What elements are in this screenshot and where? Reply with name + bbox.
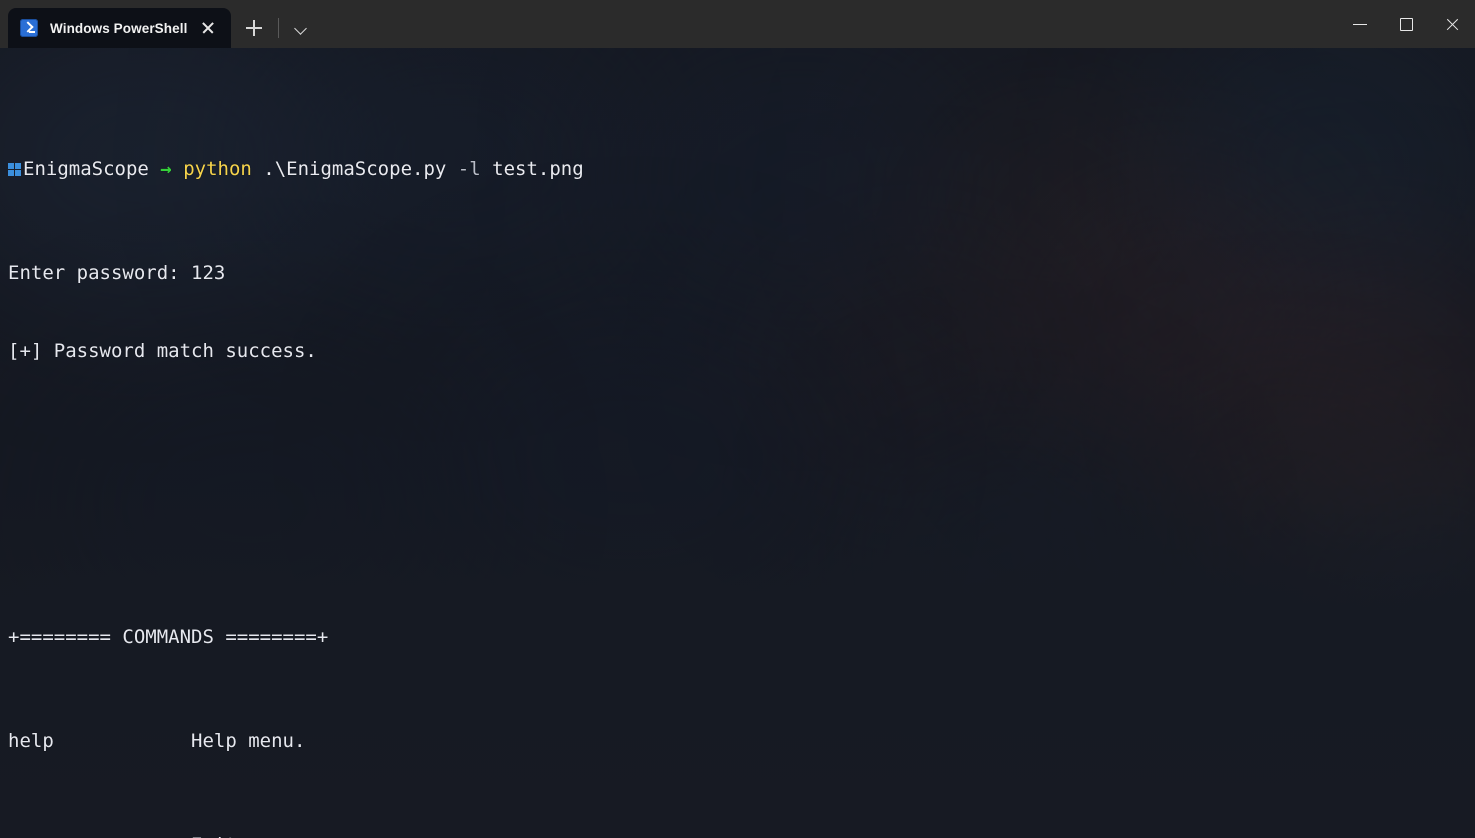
command-name: python bbox=[183, 158, 252, 180]
maximize-icon[interactable] bbox=[1383, 0, 1429, 48]
window-controls bbox=[1337, 0, 1475, 48]
command-script: .\EnigmaScope.py bbox=[263, 158, 447, 180]
new-tab-icon[interactable] bbox=[237, 13, 271, 43]
command-help-name: help bbox=[8, 730, 54, 752]
terminal-screen[interactable]: EnigmaScope → python .\EnigmaScope.py -l… bbox=[0, 48, 1475, 838]
title-bar: Windows PowerShell bbox=[0, 0, 1475, 48]
command-help-desc: Help menu. bbox=[191, 730, 306, 752]
pad bbox=[54, 730, 191, 752]
tab-title: Windows PowerShell bbox=[50, 20, 188, 36]
terminal-window: Windows PowerShell EnigmaScope → python … bbox=[0, 0, 1475, 838]
powershell-icon bbox=[20, 19, 38, 37]
prompt-directory: EnigmaScope bbox=[23, 158, 149, 180]
tool-divider bbox=[278, 18, 280, 38]
terminal-surface[interactable]: EnigmaScope → python .\EnigmaScope.py -l… bbox=[0, 48, 1475, 838]
command-argument: test.png bbox=[492, 158, 584, 180]
command-q-name: q bbox=[8, 834, 19, 838]
password-result-line: [+] Password match success. bbox=[8, 340, 317, 362]
close-window-icon[interactable] bbox=[1429, 0, 1475, 48]
command-flag: -l bbox=[457, 158, 481, 180]
pad bbox=[19, 834, 191, 838]
windows-logo-icon bbox=[8, 163, 21, 176]
command-q-line: q Exit. bbox=[8, 832, 1475, 838]
command-q-desc: Exit. bbox=[191, 834, 248, 838]
tab-windows-powershell[interactable]: Windows PowerShell bbox=[8, 8, 232, 48]
command-help-line: help Help menu. bbox=[8, 728, 1475, 754]
terminal-line-prompt: EnigmaScope → python .\EnigmaScope.py -l… bbox=[8, 156, 1475, 182]
minimize-icon[interactable] bbox=[1337, 0, 1383, 48]
prompt-arrow-icon: → bbox=[160, 158, 172, 180]
tab-tools bbox=[231, 8, 316, 48]
commands-header: +======== COMMANDS ========+ bbox=[8, 626, 329, 648]
close-tab-icon[interactable] bbox=[193, 13, 223, 43]
titlebar-drag-region[interactable] bbox=[316, 0, 1337, 48]
chevron-down-icon[interactable] bbox=[286, 13, 316, 43]
tab-strip: Windows PowerShell bbox=[0, 0, 232, 48]
password-prompt-line: Enter password: 123 bbox=[8, 262, 226, 284]
